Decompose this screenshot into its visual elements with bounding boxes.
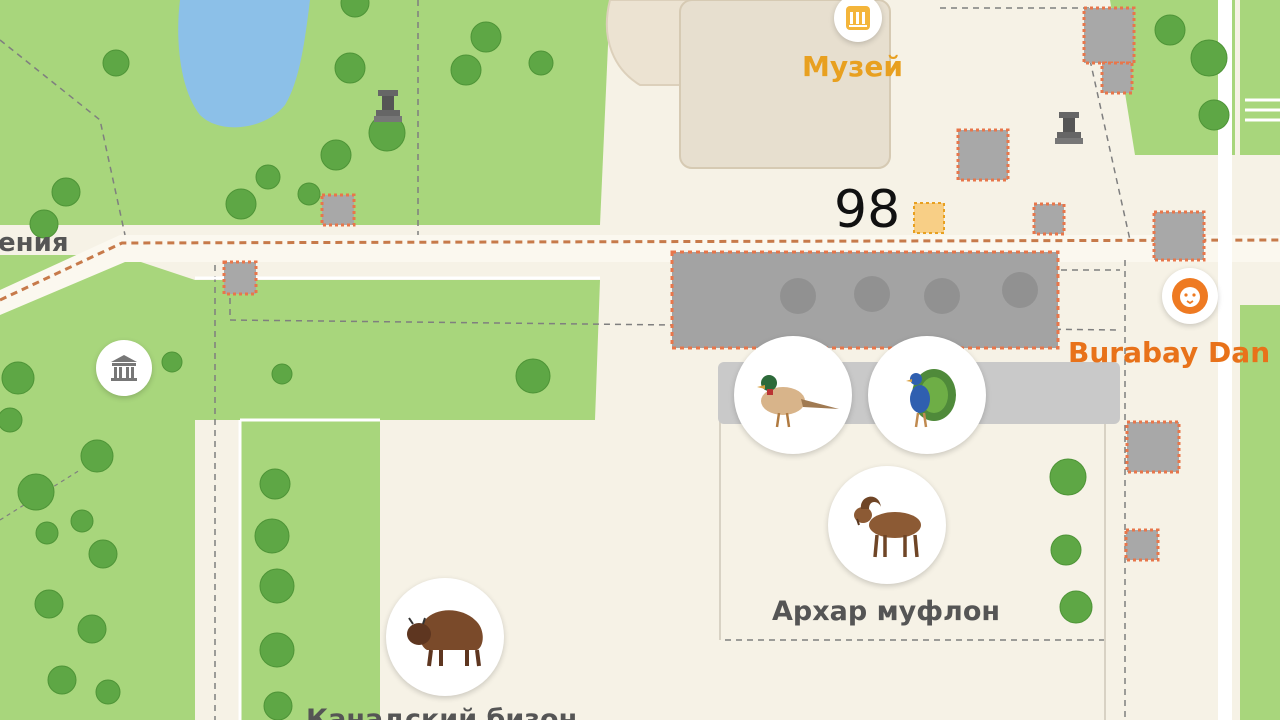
marker-number: 98	[834, 180, 901, 240]
park-strip-east	[1240, 0, 1280, 155]
road-label: ения	[0, 228, 69, 258]
marker-square	[913, 202, 945, 234]
map-canvas[interactable]: Музей ения 98 Burabay Dan Архар муфлон К…	[0, 0, 1280, 720]
pheasant-icon[interactable]	[734, 336, 852, 454]
argali-icon[interactable]	[828, 466, 946, 584]
museum-label[interactable]: Музей	[802, 50, 903, 83]
theatre-icon[interactable]	[96, 340, 152, 396]
peacock-icon[interactable]	[868, 336, 986, 454]
argali-label[interactable]: Архар муфлон	[772, 596, 1000, 627]
monument-icon[interactable]	[1053, 110, 1085, 146]
bison-label[interactable]: Канадский бизон	[306, 704, 577, 720]
zoo-label[interactable]: Burabay Dan	[1068, 336, 1270, 369]
bison-icon[interactable]	[386, 578, 504, 696]
lion-icon[interactable]	[1162, 268, 1218, 324]
monument-icon[interactable]	[372, 88, 404, 124]
